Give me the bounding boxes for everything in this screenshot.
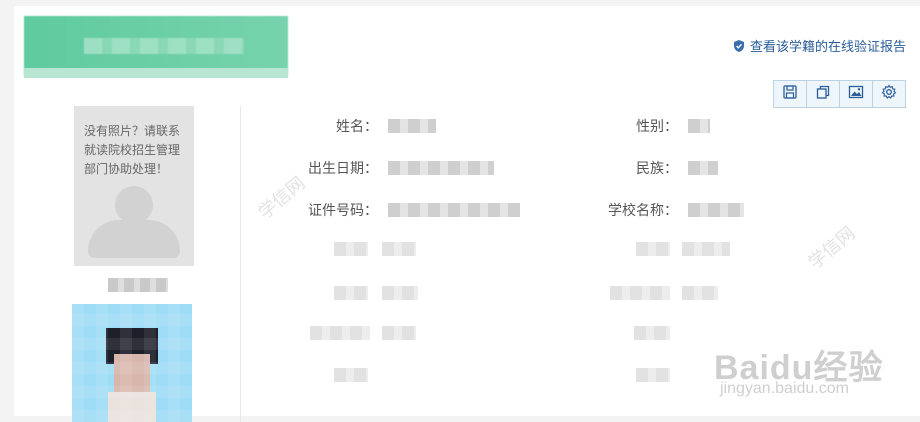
shield-check-icon [732,39,746,53]
blurred-value-row5-right [682,286,718,300]
photo-pixel-grid [72,304,192,422]
photo-placeholder: 没有照片？请联系就读院校招生管理部门协助处理！ [74,106,194,266]
avatar-silhouette-body [88,220,180,258]
site-watermark-2: 学信网 [804,222,860,274]
gender-label: 性别： [636,119,678,135]
blurred-label-row4-left [334,242,368,256]
blurred-label-row6-right [634,326,670,340]
blurred-label-row7-left [334,368,368,382]
banner-title-blurred [84,38,244,54]
field-ethnicity: 民族： [558,158,718,178]
settings-icon [881,84,897,104]
copy-icon [815,84,831,104]
id-number-value-blurred [388,203,520,217]
photo-caption-blurred [108,278,168,292]
no-photo-message: 没有照片？请联系就读院校招生管理部门协助处理！ [84,124,181,176]
avatar-silhouette-head [115,186,153,224]
blurred-value-row4-right [682,242,730,256]
image-button[interactable] [840,81,873,107]
school-value-blurred [688,203,744,217]
birthdate-value-blurred [388,161,494,175]
photo-column: 没有照片？请联系就读院校招生管理部门协助处理！ [28,106,241,422]
blurred-label-row6-left [310,326,370,340]
record-toolbar [773,80,906,108]
header-banner [24,16,288,76]
field-school: 学校名称： [558,200,744,220]
gender-value-blurred [688,119,710,133]
verify-report-label: 查看该学籍的在线验证报告 [749,40,906,55]
save-button[interactable] [774,81,807,107]
save-icon [782,84,798,104]
name-value-blurred [388,119,436,133]
field-id-number: 证件号码： [258,200,520,220]
blurred-label-row5-left [334,286,368,300]
field-gender: 性别： [558,116,710,136]
blurred-label-row4-right [636,242,670,256]
ethnicity-value-blurred [688,161,718,175]
baidu-watermark-url: jingyan.baidu.com [720,380,849,397]
image-icon [848,84,864,104]
name-label: 姓名： [336,119,378,135]
blurred-label-row5-right [610,286,670,300]
school-label: 学校名称： [608,203,678,219]
verify-report-link[interactable]: 查看该学籍的在线验证报告 [732,36,906,55]
blurred-value-row5-left [382,286,418,300]
blurred-value-row4-left [382,242,416,256]
copy-button[interactable] [807,81,840,107]
settings-button[interactable] [873,81,905,107]
banner-underline [24,68,288,78]
blurred-value-row6-left [382,326,416,340]
id-photo-pixelated [72,304,192,422]
birthdate-label: 出生日期： [308,161,378,177]
blurred-label-row7-right [636,368,670,382]
field-name: 姓名： [258,116,436,136]
ethnicity-label: 民族： [636,161,678,177]
student-record-card: 查看该学籍的在线验证报告 没有照片？请联系就读院校招生管理部门协助处理！ 姓名：… [14,6,920,422]
